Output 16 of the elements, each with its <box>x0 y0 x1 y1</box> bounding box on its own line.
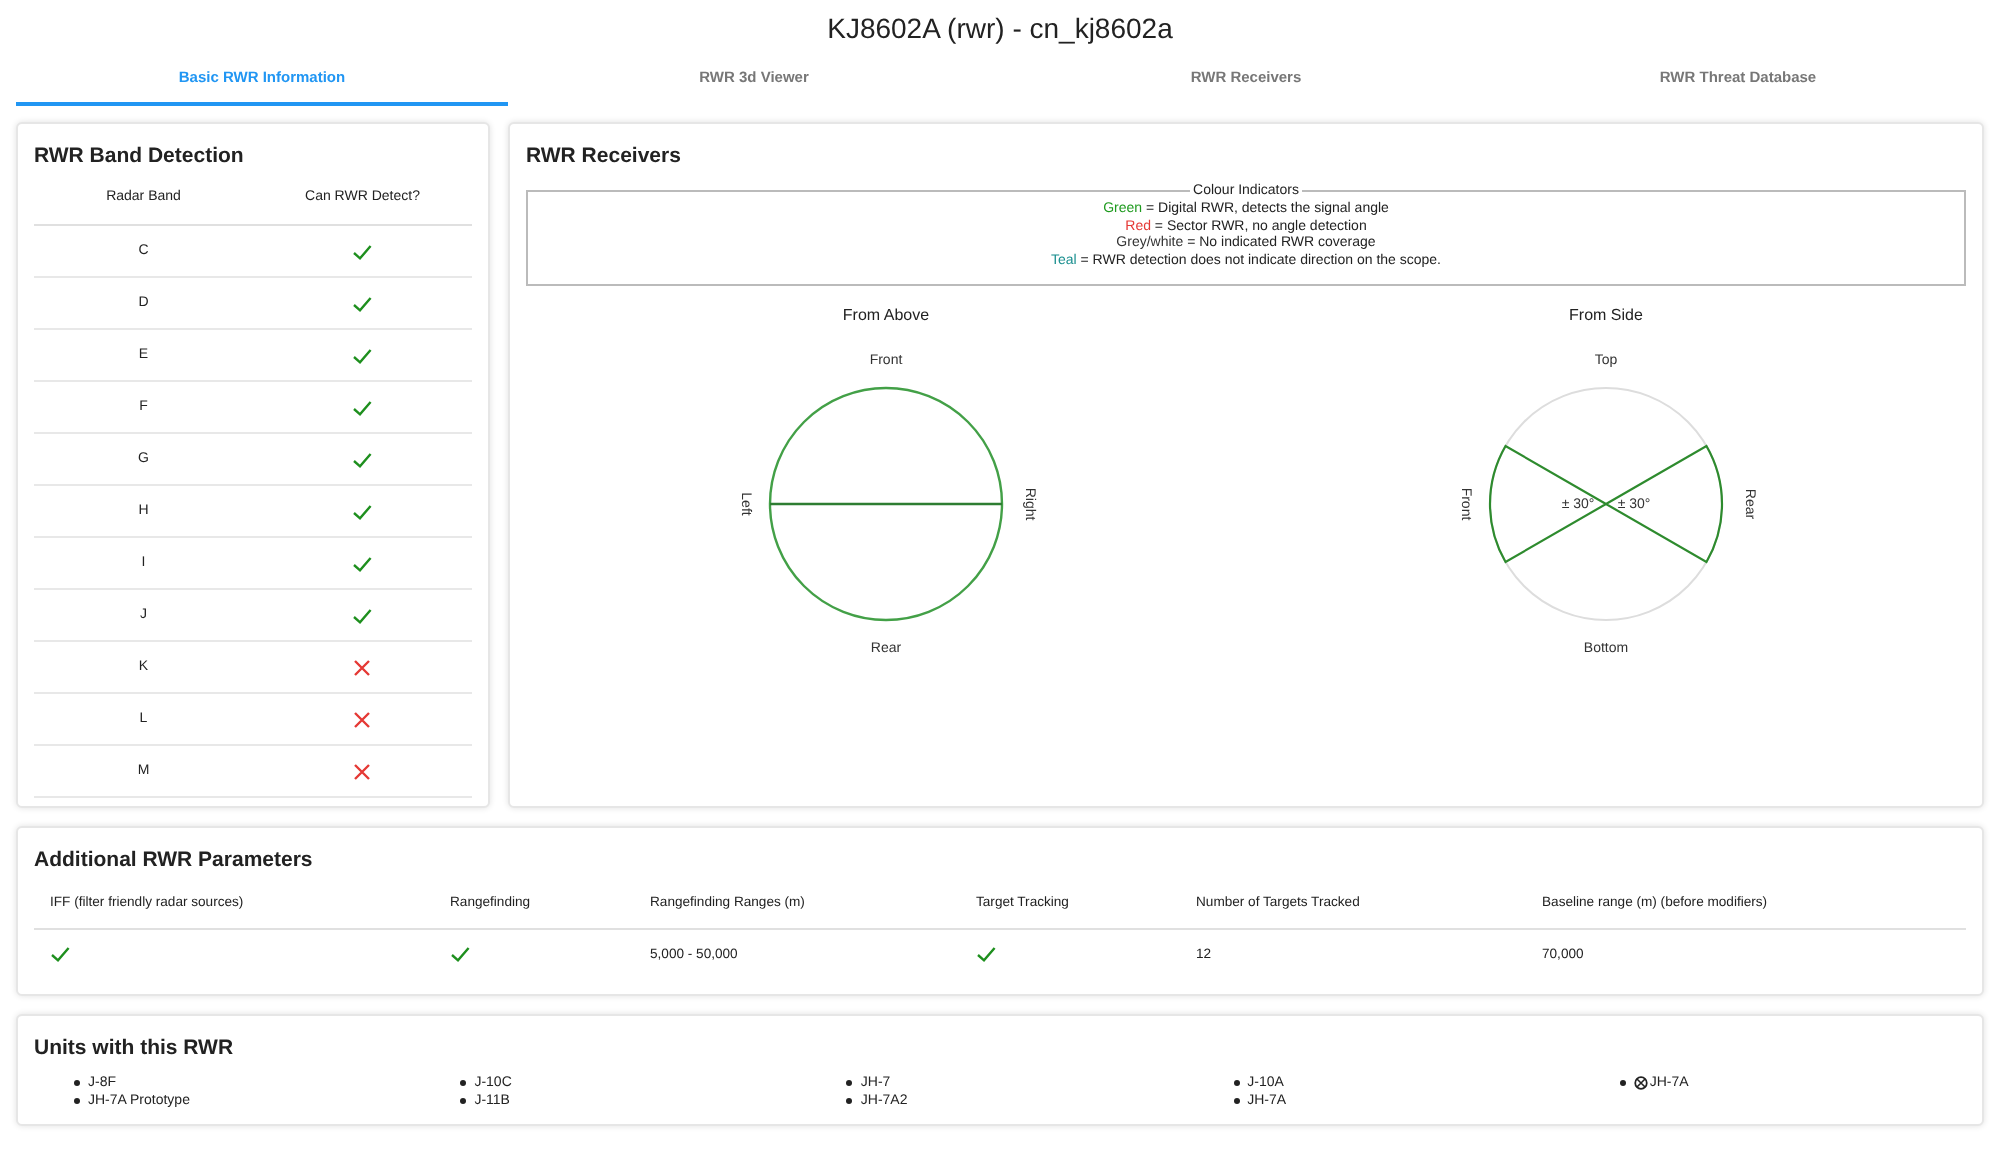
bullet-icon <box>1233 1098 1240 1104</box>
page-title: KJ8602A (rwr) - cn_kj8602a <box>825 12 1175 44</box>
bullet-icon <box>460 1098 467 1104</box>
diagram-title: From Side <box>1569 305 1643 323</box>
card-title: RWR Band Detection <box>34 144 246 168</box>
bullet-icon <box>74 1080 80 1086</box>
card-title: RWR Receivers <box>526 144 683 168</box>
bullet-icon <box>460 1080 467 1086</box>
bullet-icon <box>846 1098 853 1104</box>
bullet-icon <box>1233 1080 1240 1086</box>
bullet-icon <box>846 1080 853 1086</box>
card-title: Units with this RWR <box>34 1036 236 1060</box>
bullet-icon <box>74 1098 80 1104</box>
card-title: Additional RWR Parameters <box>34 848 315 872</box>
bullet-icon <box>1619 1080 1626 1086</box>
diagram-title: From Above <box>842 305 930 323</box>
